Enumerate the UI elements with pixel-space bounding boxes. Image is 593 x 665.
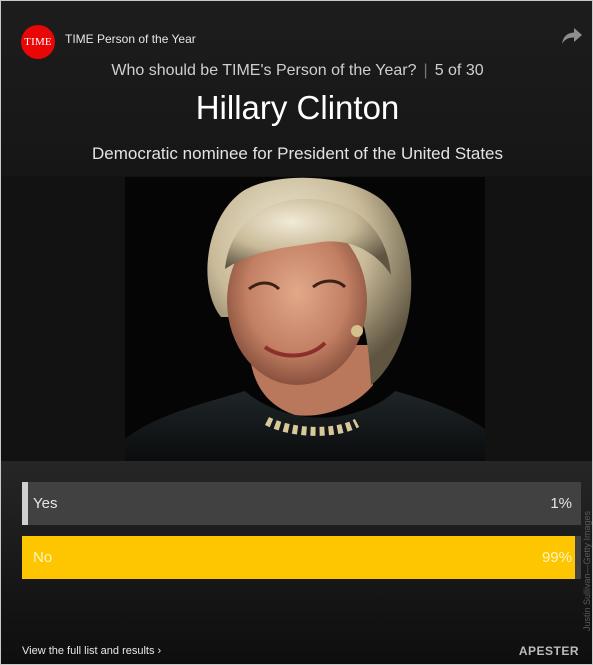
candidate-name: Hillary Clinton (195, 89, 400, 126)
poll-question-line: Who should be TIME's Person of the Year?… (1, 62, 592, 80)
candidate-photo (125, 177, 485, 461)
photo-credit: Justin Sullivan—Getty Images (582, 510, 592, 631)
question-separator: | (423, 62, 428, 79)
option-no-label: No (33, 549, 53, 566)
view-full-list-link[interactable]: View the full list and results › (22, 645, 161, 657)
apester-logo: APESTER (518, 644, 579, 658)
option-yes-fill (22, 482, 28, 525)
share-arrow-icon[interactable] (561, 27, 583, 45)
brand-title: TIME Person of the Year (65, 32, 196, 46)
option-no-percent: 99% (541, 549, 572, 566)
poll-header: TIME TIME Person of the Year Who should … (1, 1, 592, 176)
option-no[interactable]: No 99% (22, 536, 581, 579)
option-yes-label: Yes (33, 495, 58, 512)
candidate-description: Democratic nominee for President of the … (91, 144, 504, 163)
poll-question: Who should be TIME's Person of the Year? (111, 62, 417, 79)
option-no-fill (22, 536, 576, 579)
time-logo: TIME (21, 25, 55, 59)
option-yes-percent: 1% (550, 495, 572, 512)
option-yes[interactable]: Yes 1% (22, 482, 581, 525)
poll-widget: TIME TIME Person of the Year Who should … (0, 0, 593, 665)
poll-progress: 5 of 30 (434, 62, 484, 79)
